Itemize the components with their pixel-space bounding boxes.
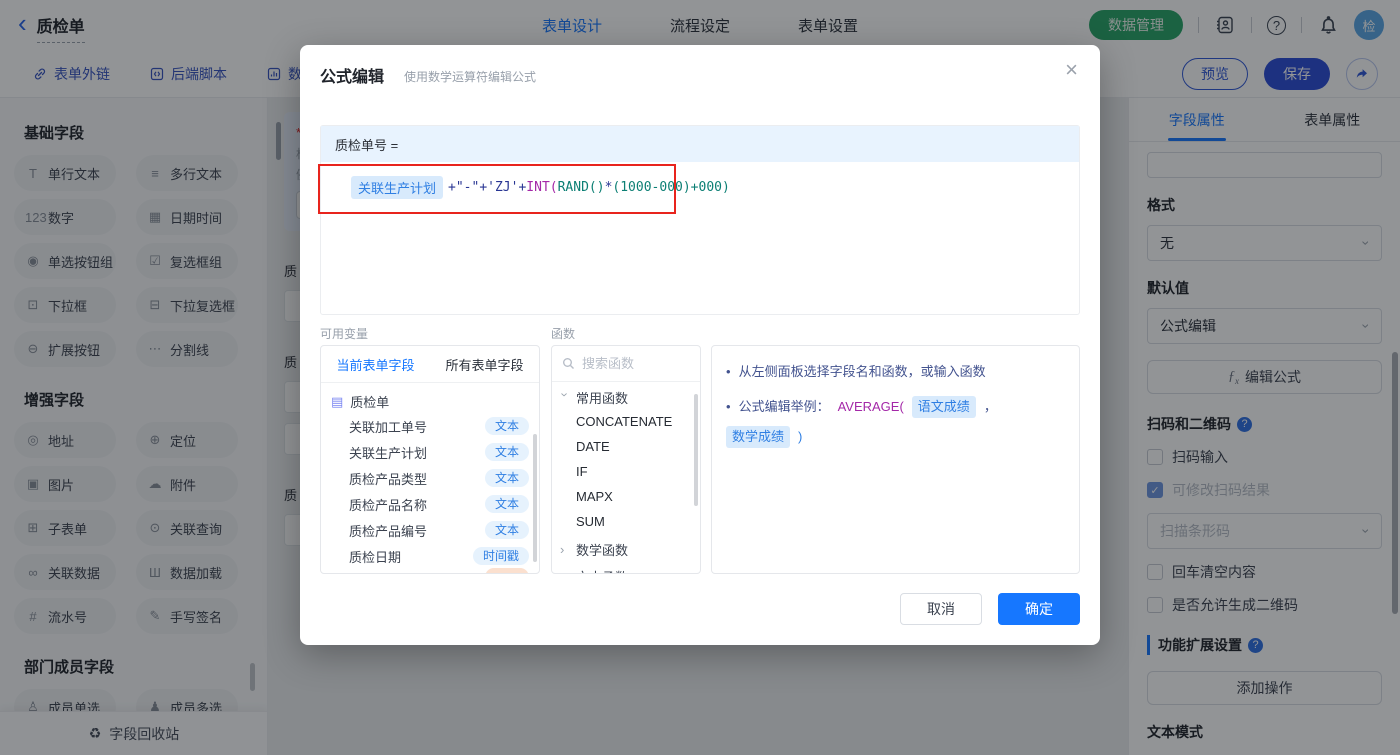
variable-row[interactable]: 质检产品类型 文本 — [321, 465, 539, 491]
variable-type-badge: 文本 — [484, 469, 529, 487]
function-item[interactable]: SUM — [552, 509, 700, 534]
variable-name: 质检产品名称 — [349, 497, 428, 513]
formula-editor-box: 质检单号 = 关联生产计划 +"-"+'ZJ'+INT(RAND()*(1000… — [320, 125, 1080, 315]
formula-token: (1000-000)+000) — [612, 180, 730, 195]
function-item[interactable]: IF — [552, 459, 700, 484]
chevron-down-icon: › — [557, 392, 573, 397]
clipped-badge — [485, 568, 529, 573]
close-icon[interactable]: × — [1065, 59, 1078, 81]
modal-title: 公式编辑 — [320, 69, 385, 86]
variable-type-badge: 文本 — [484, 417, 529, 435]
help-line-1: • 从左侧面板选择字段名和函数，或输入函数 — [726, 364, 986, 379]
function-item[interactable]: MAPX — [552, 484, 700, 509]
formula-expression[interactable]: 关联生产计划 +"-"+'ZJ'+INT(RAND()*(1000-000)+0… — [351, 176, 730, 199]
formula-editor-modal: 公式编辑 使用数学运算符编辑公式 × 质检单号 = 关联生产计划 +"-"+'Z… — [300, 45, 1100, 645]
example-field-chip: 语文成绩 — [911, 396, 976, 418]
example-field-chip: 数学成绩 — [726, 426, 791, 448]
variable-name: 质检产品类型 — [349, 471, 428, 487]
functions-scrollbar[interactable] — [694, 394, 698, 506]
variable-row[interactable]: 关联生产计划 文本 — [321, 439, 539, 465]
formula-target: 质检单号 = — [321, 126, 1079, 162]
modal-subtitle: 使用数学运算符编辑公式 — [404, 70, 537, 84]
variable-type-badge: 文本 — [484, 495, 529, 513]
example-function: AVERAGE( — [837, 399, 904, 414]
variables-label: 可用变量 — [320, 327, 369, 341]
variable-list: 关联加工单号 文本 关联生产计划 文本 质检产品类型 文本 质检产品名称 文本 — [321, 413, 539, 569]
variable-row[interactable]: 质检日期 时间戳 — [321, 543, 539, 569]
variable-type-badge: 文本 — [484, 443, 529, 461]
variable-row[interactable]: 质检产品编号 文本 — [321, 517, 539, 543]
variables-tabs: 当前表单字段 所有表单字段 — [321, 346, 539, 383]
help-line-2: • 公式编辑举例： AVERAGE( 语文成绩 ， 数学成绩 ) — [726, 396, 1065, 448]
formula-token: +"-"+'ZJ'+ — [448, 180, 527, 195]
formula-tokens: +"-"+'ZJ'+INT(RAND()*(1000-000)+000) — [448, 180, 730, 195]
variable-row[interactable]: 质检产品名称 文本 — [321, 491, 539, 517]
help-panel: • 从左侧面板选择字段名和函数，或输入函数 • 公式编辑举例： AVERAGE(… — [711, 345, 1080, 574]
tab-all-form-fields[interactable]: 所有表单字段 — [430, 355, 539, 374]
variable-name: 关联加工单号 — [349, 419, 428, 435]
variable-name: 质检日期 — [349, 549, 402, 565]
function-group-text[interactable]: › 文本函数 — [552, 561, 700, 573]
variables-scrollbar[interactable] — [533, 434, 537, 562]
variables-panel: 当前表单字段 所有表单字段 ▤ 质检单 关联加工单号 文本 关联生产计划 文本 … — [320, 345, 540, 574]
cancel-button[interactable]: 取消 — [900, 593, 982, 625]
variable-name: 质检产品编号 — [349, 523, 428, 539]
function-item[interactable]: DATE — [552, 434, 700, 459]
functions-label: 函数 — [551, 327, 576, 341]
tab-current-form-fields[interactable]: 当前表单字段 — [321, 355, 430, 374]
search-icon — [563, 358, 574, 369]
formula-token: INT( — [526, 180, 558, 195]
chevron-right-icon: › — [560, 569, 570, 573]
variable-row[interactable]: 关联加工单号 文本 — [321, 413, 539, 439]
search-input[interactable] — [582, 356, 682, 371]
formula-token: RAND() — [557, 180, 605, 195]
field-chip[interactable]: 关联生产计划 — [351, 176, 444, 199]
variable-type-badge: 文本 — [484, 521, 529, 539]
confirm-button[interactable]: 确定 — [998, 593, 1080, 625]
function-list: CONCATENATE DATE IF MAPX SUM — [552, 409, 700, 534]
chevron-right-icon: › — [560, 542, 565, 557]
variable-type-badge: 时间戳 — [472, 547, 529, 565]
function-group-common[interactable]: › 常用函数 — [552, 382, 700, 409]
variable-name: 关联生产计划 — [349, 445, 428, 461]
function-group-math[interactable]: › 数学函数 — [552, 534, 700, 561]
function-item[interactable]: CONCATENATE — [552, 409, 700, 434]
document-icon: ▤ — [331, 393, 344, 409]
function-search — [552, 346, 700, 382]
form-tree-root[interactable]: ▤ 质检单 — [321, 383, 539, 413]
functions-panel: › 常用函数 CONCATENATE DATE IF MAPX SUM › 数学… — [551, 345, 701, 574]
